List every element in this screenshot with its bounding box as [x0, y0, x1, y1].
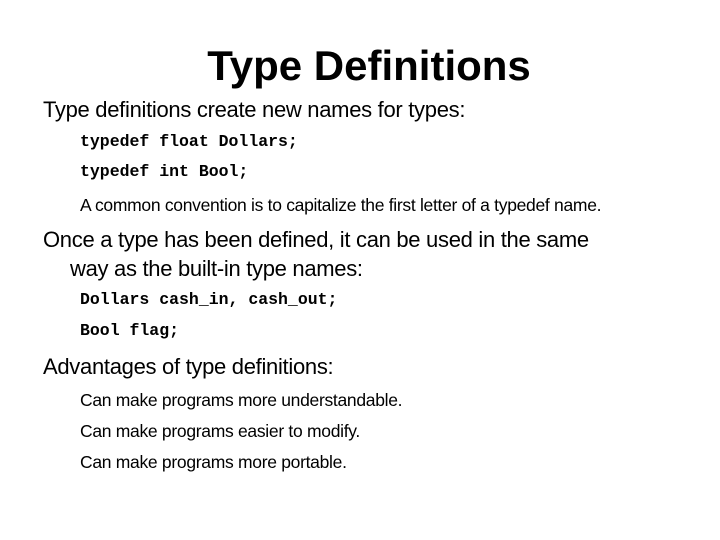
- code-line: Dollars cash_in, cash_out;: [80, 290, 338, 309]
- code-line: typedef int Bool;: [80, 162, 249, 181]
- section-heading: Type definitions create new names for ty…: [43, 97, 466, 122]
- section-heading: Advantages of type definitions:: [43, 354, 334, 379]
- sub-bullet: Can make programs easier to modify.: [80, 421, 360, 441]
- sub-bullet: Can make programs more understandable.: [80, 390, 403, 410]
- code-line: typedef float Dollars;: [80, 132, 298, 151]
- code-line: Bool flag;: [80, 321, 180, 340]
- sub-bullet: Can make programs more portable.: [80, 452, 347, 472]
- section-heading: Once a type has been defined, it can be …: [43, 227, 589, 252]
- slide-title: Type Definitions: [207, 42, 531, 89]
- section-heading-continued: way as the built-in type names:: [70, 256, 363, 281]
- sub-bullet: A common convention is to capitalize the…: [80, 195, 602, 215]
